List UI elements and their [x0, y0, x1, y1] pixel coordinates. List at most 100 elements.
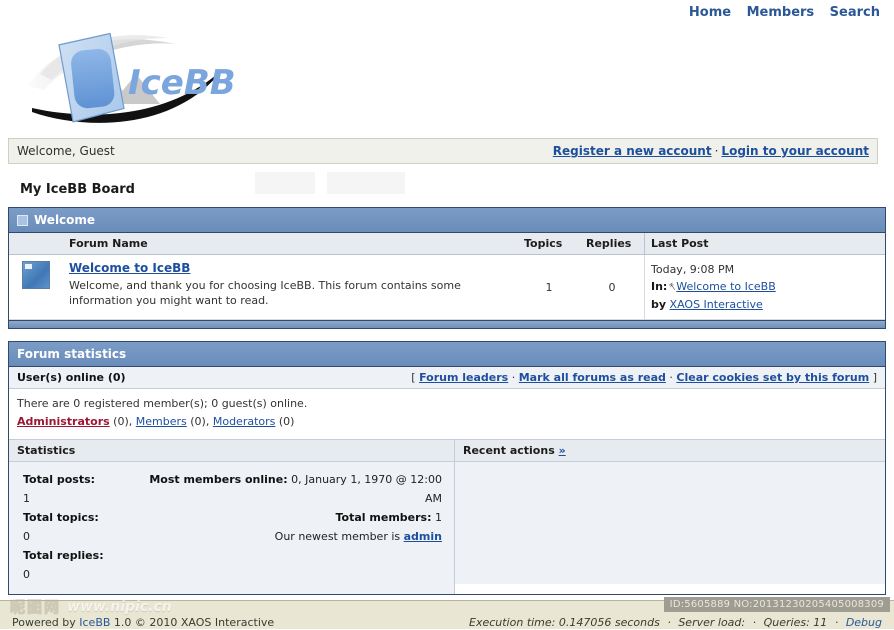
nav-home[interactable]: Home: [689, 5, 731, 20]
forum-topics-count: 1: [518, 254, 580, 320]
newest-member-prefix: Our newest member is: [274, 530, 401, 543]
online-users-bar: User(s) online (0) [ Forum leaders · Mar…: [9, 367, 885, 389]
recent-actions-more-link[interactable]: »: [559, 444, 566, 457]
icebb-logo-icon: IceBB: [28, 32, 236, 123]
footer-stats: Execution time: 0.147056 seconds · Serve…: [469, 616, 882, 629]
statistics-body: Total posts: 1 Total topics: 0 Total rep…: [9, 462, 454, 594]
footer-separator-1: ·: [667, 616, 671, 629]
recent-actions-body: [455, 462, 885, 584]
group-moderators-count: (0): [278, 415, 295, 428]
footer-separator-2: ·: [752, 616, 757, 629]
forum-icon-cell: [9, 254, 63, 320]
query-count: Queries: 11: [763, 616, 828, 629]
group-members-link[interactable]: Members: [136, 415, 187, 428]
total-replies-label: Total replies:: [23, 549, 104, 562]
recent-actions-label: Recent actions: [463, 444, 555, 457]
table-row: Welcome to IceBB Welcome, and thank you …: [9, 254, 885, 320]
total-topics-row: Total topics: 0: [23, 508, 148, 546]
forum-last-post-cell: Today, 9:08 PM In: ⤒Welcome to IceBB by …: [644, 254, 885, 320]
most-members-online-row: Most members online: 0, January 1, 1970 …: [148, 470, 442, 508]
group-members-count: (0): [190, 415, 206, 428]
newest-member-link[interactable]: admin: [404, 530, 442, 543]
total-topics-label: Total topics:: [23, 511, 99, 524]
statistics-title: Forum statistics: [17, 347, 127, 361]
tools-open-bracket: [: [411, 371, 416, 384]
category-header[interactable]: Welcome: [9, 208, 885, 233]
total-posts-label: Total posts:: [23, 473, 96, 486]
forum-table: Forum Name Topics Replies Last Post Welc…: [9, 233, 885, 320]
group-administrators-count: (0): [113, 415, 129, 428]
total-replies-value: 0: [23, 568, 30, 581]
mark-all-read-link[interactable]: Mark all forums as read: [519, 371, 666, 384]
nav-members[interactable]: Members: [747, 5, 815, 20]
category-title: Welcome: [34, 213, 96, 227]
recent-actions-column: Recent actions »: [455, 440, 885, 594]
forum-table-header-row: Forum Name Topics Replies Last Post: [9, 233, 885, 255]
statistics-header: Forum statistics: [9, 342, 885, 367]
last-post-time: Today, 9:08 PM: [651, 263, 735, 276]
group-separator-2: ,: [205, 415, 213, 428]
statistics-column: Statistics Total posts: 1 Total topics: …: [9, 440, 455, 594]
site-logo[interactable]: IceBB: [26, 24, 326, 124]
last-post-author-link[interactable]: XAOS Interactive: [670, 298, 763, 311]
page-footer: Powered by IceBB 1.0 © 2010 XAOS Interac…: [0, 600, 894, 629]
footer-separator-3: ·: [834, 616, 839, 629]
forum-link[interactable]: Welcome to IceBB: [69, 261, 190, 275]
column-last-post: Last Post: [644, 233, 885, 255]
nav-search[interactable]: Search: [830, 5, 880, 20]
total-topics-value: 0: [23, 530, 30, 543]
account-links-separator: ·: [714, 144, 719, 158]
footer-copyright: Powered by IceBB 1.0 © 2010 XAOS Interac…: [12, 616, 274, 629]
last-post-by-label: by: [651, 298, 667, 311]
background-artifact: [255, 172, 485, 194]
icebb-link[interactable]: IceBB: [79, 616, 110, 629]
category-panel-footer: [9, 320, 885, 328]
welcome-bar: Welcome, Guest Register a new account · Lo…: [8, 138, 878, 164]
forum-tools-links: [ Forum leaders · Mark all forums as rea…: [411, 371, 877, 384]
forum-leaders-link[interactable]: Forum leaders: [419, 371, 508, 384]
page-title: My IceBB Board: [20, 182, 135, 197]
member-groups-line: Administrators (0), Members (0), Moderat…: [17, 413, 877, 431]
total-posts-row: Total posts: 1: [23, 470, 148, 508]
statistics-subheader: Statistics: [9, 440, 454, 462]
tools-separator-2: ·: [669, 371, 673, 384]
total-posts-value: 1: [23, 492, 30, 505]
most-members-online-label: Most members online:: [149, 473, 288, 486]
total-members-label: Total members:: [335, 511, 432, 524]
online-users-count: User(s) online (0): [17, 371, 126, 384]
forum-folder-icon: [22, 261, 50, 289]
group-administrators-link[interactable]: Administrators: [17, 415, 110, 428]
collapse-box-icon[interactable]: [17, 214, 28, 226]
most-members-online-value: 0, January 1, 1970 @ 12:00 AM: [291, 473, 442, 505]
powered-by-suffix: 1.0 © 2010 XAOS Interactive: [113, 616, 275, 629]
login-link[interactable]: Login to your account: [721, 144, 869, 158]
execution-time: Execution time: 0.147056 seconds: [469, 616, 660, 629]
total-members-value: 1: [435, 511, 442, 524]
welcome-greeting: Welcome, Guest: [17, 144, 115, 158]
forum-category-panel: Welcome Forum Name Topics Replies Last P…: [8, 207, 886, 329]
group-moderators-link[interactable]: Moderators: [213, 415, 276, 428]
group-separator-1: ,: [128, 415, 136, 428]
svg-text:IceBB: IceBB: [128, 63, 236, 103]
tools-close-bracket: ]: [872, 371, 877, 384]
account-links: Register a new account · Login to your acc…: [553, 144, 869, 158]
register-link[interactable]: Register a new account: [553, 144, 712, 158]
forum-name-cell: Welcome to IceBB Welcome, and thank you …: [63, 254, 518, 320]
online-summary-text: There are 0 registered member(s); 0 gues…: [17, 397, 308, 410]
clear-cookies-link[interactable]: Clear cookies set by this forum: [676, 371, 869, 384]
column-icon: [9, 233, 63, 255]
last-post-in-label: In:: [651, 280, 668, 293]
debug-link[interactable]: Debug: [846, 616, 882, 629]
forum-statistics-panel: Forum statistics User(s) online (0) [ Fo…: [8, 341, 886, 595]
online-summary-block: There are 0 registered member(s); 0 gues…: [9, 389, 885, 440]
forum-replies-count: 0: [580, 254, 645, 320]
last-post-topic-link[interactable]: Welcome to IceBB: [676, 280, 776, 293]
server-load: Server load:: [678, 616, 746, 629]
powered-by-prefix: Powered by: [12, 616, 76, 629]
top-navigation: Home Members Search: [677, 5, 880, 20]
column-topics: Topics: [518, 233, 580, 255]
last-post-topic-line: In: ⤒Welcome to IceBB: [651, 278, 879, 296]
statistics-split: Statistics Total posts: 1 Total topics: …: [9, 440, 885, 594]
last-post-author-line: by XAOS Interactive: [651, 296, 879, 313]
forum-description: Welcome, and thank you for choosing IceB…: [69, 279, 461, 307]
